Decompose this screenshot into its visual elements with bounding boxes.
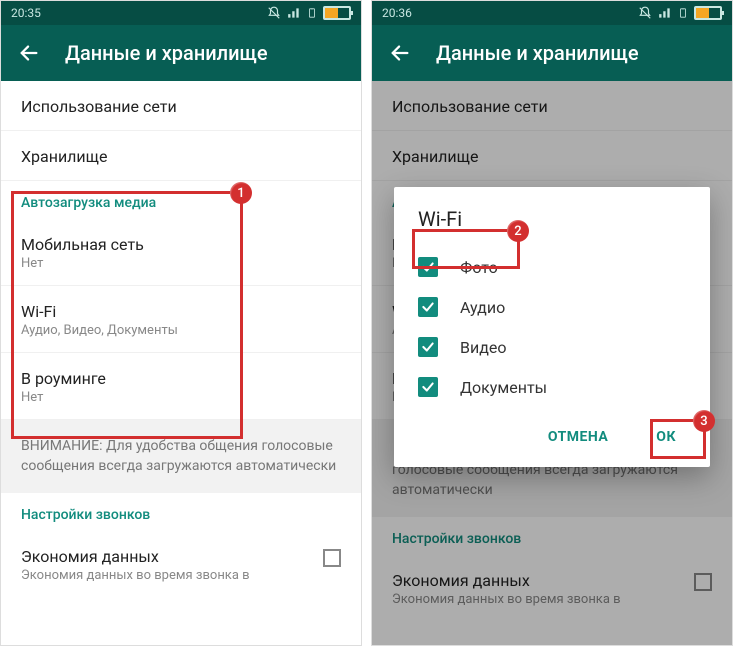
- battery-icon: [694, 6, 722, 20]
- page-title: Данные и хранилище: [65, 41, 268, 65]
- signal-icon: [658, 6, 672, 20]
- dialog-title: Wi-Fi: [418, 207, 686, 231]
- checkbox-video-icon[interactable]: [418, 337, 438, 357]
- status-bar: 20:35: [1, 1, 361, 25]
- callout-2: 2: [412, 229, 520, 269]
- phone-screen-left: 20:35 Данные и хранилище Использование с…: [0, 0, 362, 646]
- signal-icon: [287, 6, 301, 20]
- low-data-checkbox[interactable]: [323, 549, 341, 567]
- callout-3: 3: [650, 419, 706, 459]
- status-time: 20:35: [11, 6, 41, 20]
- app-header: Данные и хранилище: [372, 25, 732, 81]
- back-button[interactable]: [384, 37, 416, 69]
- section-call-settings: Настройки звонков: [372, 517, 732, 555]
- battery-charging-icon: [307, 6, 317, 20]
- row-storage[interactable]: Хранилище: [1, 131, 361, 181]
- cancel-button[interactable]: ОТМЕНА: [538, 421, 618, 453]
- battery-icon: [323, 6, 351, 20]
- settings-list: Использование сети Хранилище Автозагрузк…: [1, 81, 361, 645]
- row-low-data[interactable]: Экономия данных Экономия данных во время…: [1, 531, 361, 597]
- app-header: Данные и хранилище: [1, 25, 361, 81]
- callout-badge-2: 2: [507, 220, 529, 242]
- dialog-buttons: ОТМЕНА ОК: [418, 421, 686, 453]
- battery-charging-icon: [678, 6, 688, 20]
- mute-icon: [267, 6, 281, 20]
- low-data-checkbox[interactable]: [694, 573, 712, 591]
- checkbox-audio-icon[interactable]: [418, 297, 438, 317]
- option-audio[interactable]: Аудио: [418, 287, 686, 327]
- callout-badge-1: 1: [230, 182, 252, 204]
- checkbox-docs-icon[interactable]: [418, 377, 438, 397]
- status-bar: 20:36: [372, 1, 732, 25]
- back-button[interactable]: [13, 37, 45, 69]
- callout-1: 1: [11, 191, 243, 439]
- row-network-usage[interactable]: Использование сети: [1, 81, 361, 131]
- row-low-data[interactable]: Экономия данных Экономия данных во время…: [372, 555, 732, 621]
- page-title: Данные и хранилище: [436, 41, 639, 65]
- option-video[interactable]: Видео: [418, 327, 686, 367]
- mute-icon: [638, 6, 652, 20]
- section-call-settings: Настройки звонков: [1, 493, 361, 531]
- wifi-media-dialog: Wi-Fi Фото Аудио Видео Документы: [394, 187, 710, 467]
- callout-badge-3: 3: [693, 410, 715, 432]
- option-docs[interactable]: Документы: [418, 367, 686, 407]
- row-network-usage[interactable]: Использование сети: [372, 81, 732, 131]
- phone-screen-right: 20:36 Данные и хранилище Использование с…: [371, 0, 733, 646]
- status-time: 20:36: [382, 6, 412, 20]
- row-storage[interactable]: Хранилище: [372, 131, 732, 181]
